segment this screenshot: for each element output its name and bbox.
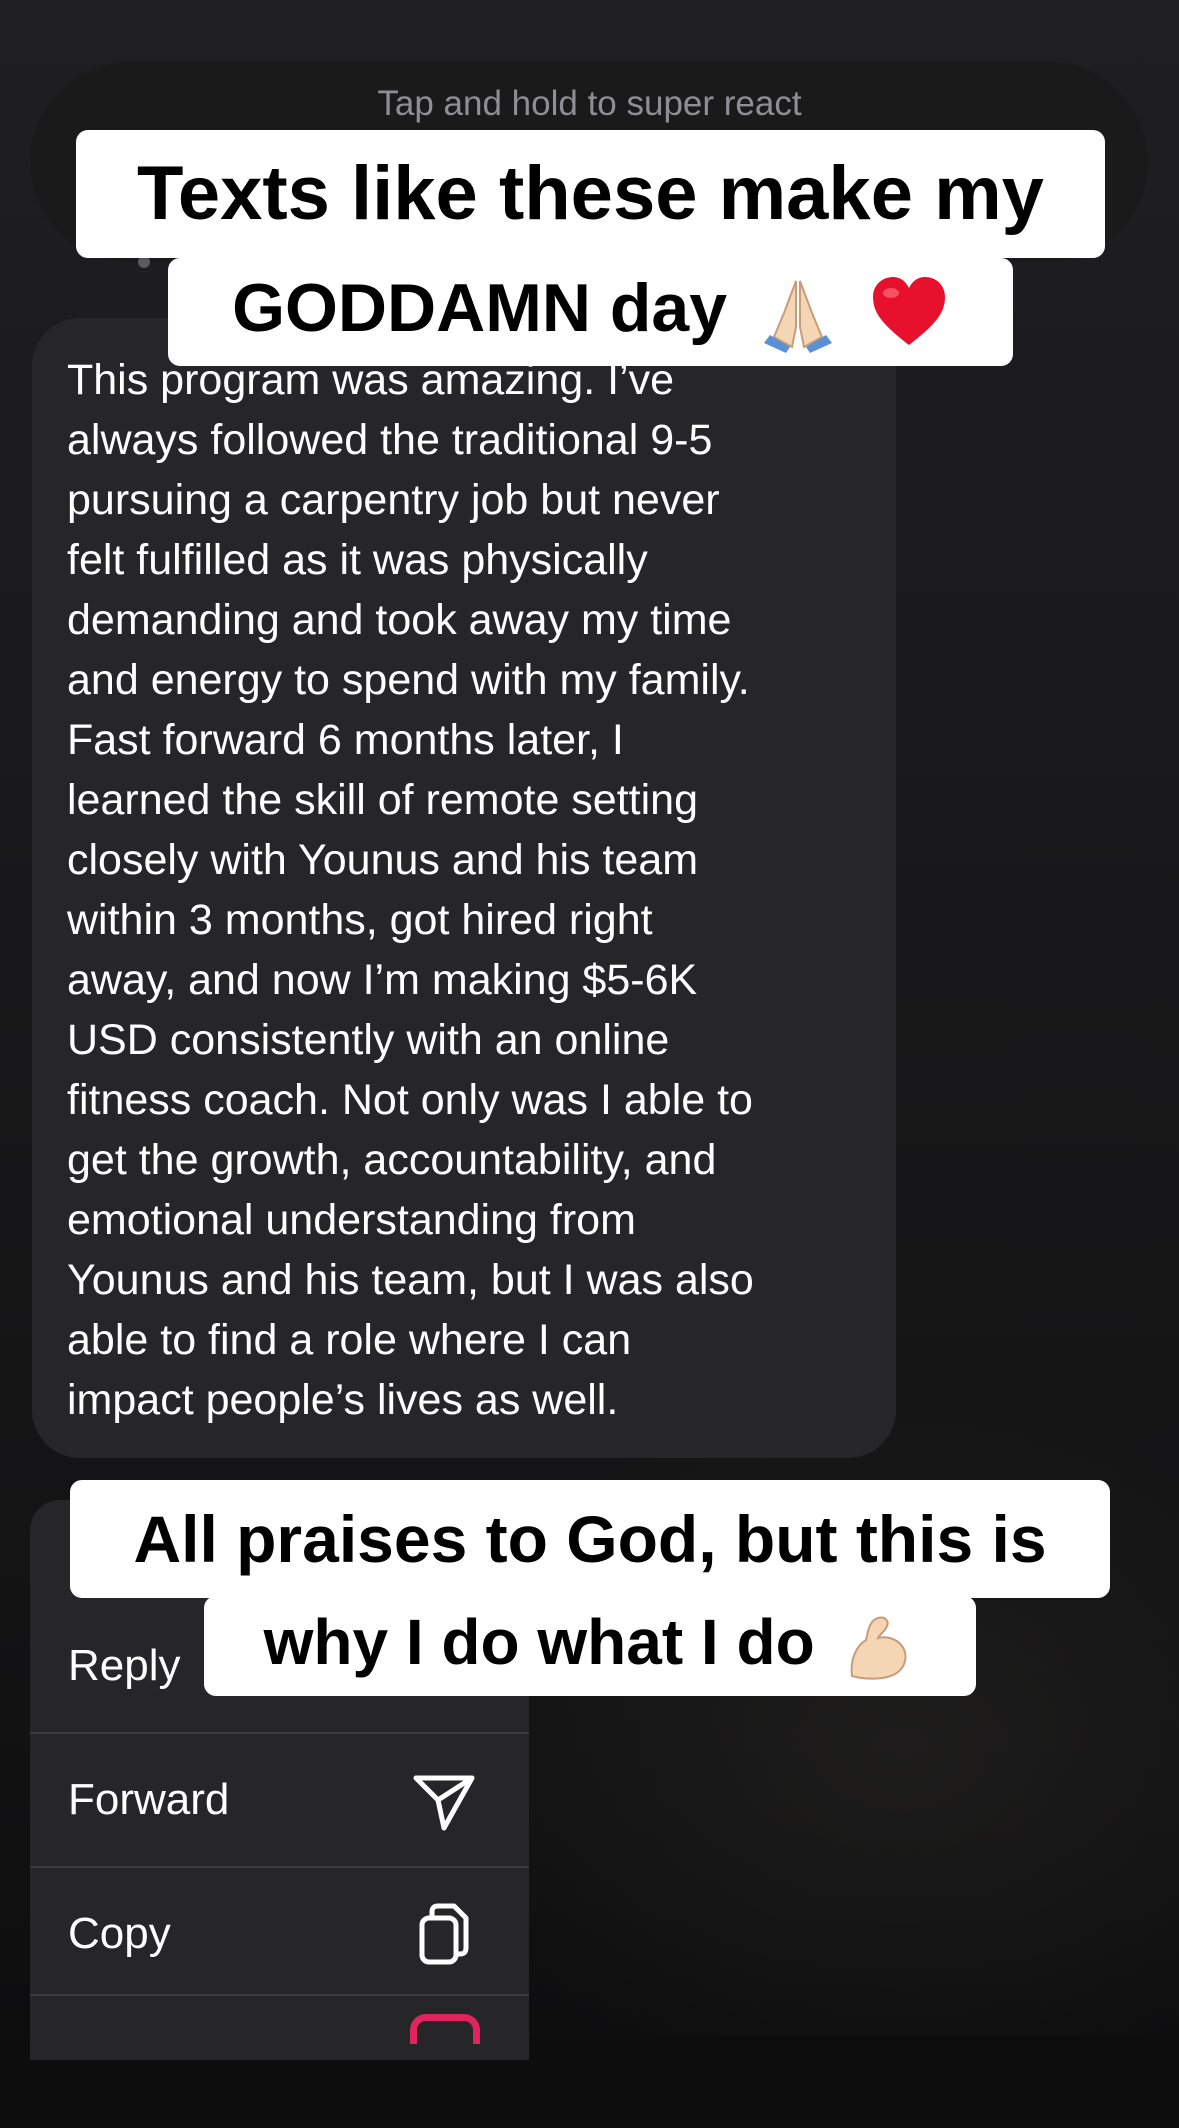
forward-menu-item[interactable]: Forward [30, 1732, 529, 1866]
caption-bottom-line-1: All praises to God, but this is [70, 1480, 1110, 1598]
caption-bottom-line-2-text: why I do what I do [263, 1606, 815, 1678]
flexed-biceps-icon [851, 1616, 907, 1680]
caption-bottom-line-2: why I do what I do [204, 1596, 976, 1696]
paper-plane-icon [413, 1775, 475, 1831]
copy-menu-item[interactable]: Copy [30, 1866, 529, 2000]
praying-hands-icon [763, 280, 832, 354]
caption-top-line-1: Texts like these make my [76, 130, 1105, 258]
caption-top-line-2-text: GODDAMN day [232, 270, 728, 346]
copy-icon [419, 1903, 469, 1965]
message-text: This program was amazing. I’ve always fo… [67, 356, 754, 1424]
reply-label: Reply [68, 1641, 181, 1690]
super-react-hint: Tap and hold to super react [377, 84, 802, 123]
caption-top-line-1-text: Texts like these make my [137, 151, 1044, 236]
caption-bottom-line-1-text: All praises to God, but this is [133, 1502, 1047, 1576]
red-heart-icon [872, 277, 945, 346]
partially-visible-icon [410, 2014, 480, 2044]
copy-label: Copy [68, 1909, 171, 1958]
forward-label: Forward [68, 1775, 230, 1824]
partial-menu-item[interactable] [30, 1994, 529, 2128]
caption-top-line-2: GODDAMN day [168, 258, 1013, 366]
